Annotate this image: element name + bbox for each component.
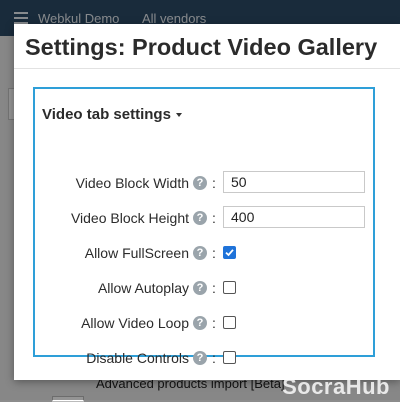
video-block-height-row: Video Block Height ? : bbox=[35, 206, 373, 230]
video-tab-settings-panel: Video tab settings Video Block Width ? :… bbox=[33, 87, 375, 366]
field-colon: : bbox=[212, 280, 216, 296]
allow-video-loop-row: Allow Video Loop ? : bbox=[35, 311, 373, 335]
allow-autoplay-row: Allow Autoplay ? : bbox=[35, 276, 373, 300]
allow-autoplay-label: Allow Autoplay bbox=[97, 280, 189, 296]
field-colon: : bbox=[212, 350, 216, 366]
question-circle-icon[interactable]: ? bbox=[193, 211, 207, 225]
video-block-height-label: Video Block Height bbox=[70, 210, 189, 226]
modal-title: Settings: Product Video Gallery bbox=[25, 34, 378, 60]
video-block-width-row: Video Block Width ? : bbox=[35, 171, 373, 195]
modal-header: Settings: Product Video Gallery bbox=[14, 24, 400, 69]
field-colon: : bbox=[212, 175, 216, 191]
question-circle-icon[interactable]: ? bbox=[193, 316, 207, 330]
video-block-width-input[interactable] bbox=[223, 171, 365, 193]
disable-controls-label: Disable Controls bbox=[86, 350, 189, 366]
question-circle-icon[interactable]: ? bbox=[193, 176, 207, 190]
disable-controls-checkbox[interactable] bbox=[223, 351, 236, 364]
allow-video-loop-checkbox[interactable] bbox=[223, 316, 236, 329]
allow-autoplay-checkbox[interactable] bbox=[223, 281, 236, 294]
field-colon: : bbox=[212, 210, 216, 226]
video-block-height-input[interactable] bbox=[223, 206, 365, 228]
settings-modal: Settings: Product Video Gallery Video ta… bbox=[14, 24, 400, 380]
allow-video-loop-label: Allow Video Loop bbox=[81, 315, 189, 331]
caret-down-icon bbox=[175, 113, 182, 118]
question-circle-icon[interactable]: ? bbox=[193, 351, 207, 365]
question-circle-icon[interactable]: ? bbox=[193, 246, 207, 260]
panel-title: Video tab settings bbox=[42, 106, 171, 123]
watermark-logo: SocraHub bbox=[282, 374, 390, 399]
question-circle-icon[interactable]: ? bbox=[193, 281, 207, 295]
allow-fullscreen-checkbox[interactable] bbox=[223, 246, 236, 259]
field-colon: : bbox=[212, 245, 216, 261]
allow-fullscreen-row: Allow FullScreen ? : bbox=[35, 241, 373, 265]
panel-title-toggle[interactable]: Video tab settings bbox=[42, 106, 182, 123]
video-block-width-label: Video Block Width bbox=[75, 175, 189, 191]
disable-controls-row: Disable Controls ? : bbox=[35, 346, 373, 370]
field-colon: : bbox=[212, 315, 216, 331]
allow-fullscreen-label: Allow FullScreen bbox=[84, 245, 189, 261]
